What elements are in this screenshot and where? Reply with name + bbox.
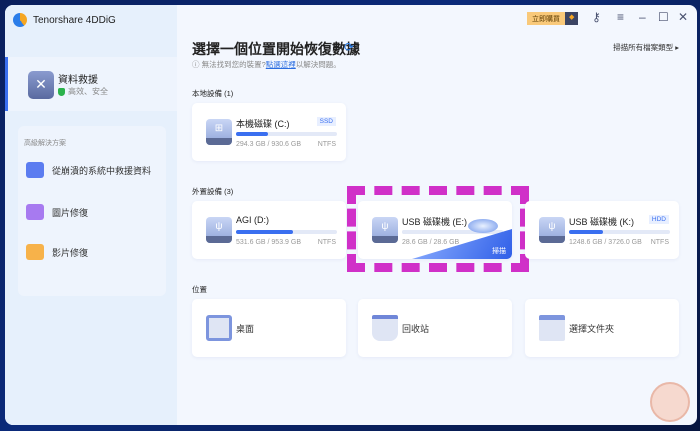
usb-drive-icon: ψ xyxy=(372,217,398,243)
subtitle-text: 高效、安全 xyxy=(68,87,108,96)
item-label: 圖片修復 xyxy=(52,207,89,218)
drive-fs: NTFS xyxy=(650,239,669,246)
advanced-heading: 高級解決方案 xyxy=(24,140,66,147)
usb-drive-icon: ψ xyxy=(539,217,565,243)
drive-type-badge: HDD xyxy=(648,215,669,224)
sidebar-item-video-repair[interactable]: 影片修復 xyxy=(26,244,88,260)
item-label: 影片修復 xyxy=(52,247,89,258)
location-select-folder[interactable]: 選擇文件夾 xyxy=(525,299,679,357)
local-devices-label: 本地設備 (1) xyxy=(192,89,234,98)
sidebar-item-subtitle: 高效、安全 xyxy=(58,86,108,97)
drive-card-c[interactable]: ⊞ 本機磁碟 (C:) SSD 294.3 GB / 930.6 GB NTFS xyxy=(192,103,346,161)
drive-name: 本機磁碟 (C:) xyxy=(236,119,290,129)
logo-icon xyxy=(13,13,27,27)
scan-label[interactable]: 掃描 xyxy=(492,246,506,256)
diamond-icon: ◆ xyxy=(565,12,579,25)
maximize-button[interactable]: ☐ xyxy=(658,10,669,24)
drive-name: AGI (D:) xyxy=(236,215,269,225)
buy-label: 立即購買 xyxy=(527,12,565,25)
close-button[interactable]: ✕ xyxy=(678,10,688,24)
drive-size: 531.6 GB / 953.9 GB xyxy=(236,239,301,246)
shield-icon xyxy=(58,87,65,96)
usage-bar xyxy=(236,132,337,136)
drive-size: 28.6 GB / 28.6 GB xyxy=(402,239,460,246)
photo-icon xyxy=(26,204,44,220)
minimize-button[interactable]: – xyxy=(639,10,646,24)
refresh-icon[interactable]: ⟳ xyxy=(344,40,354,54)
scan-all-types-button[interactable]: 掃描所有檔案類型 ▸ xyxy=(613,42,679,53)
advanced-panel: 高級解決方案 從崩潰的系統中救援資料 圖片修復 影片修復 xyxy=(18,126,166,296)
help-text: ⓘ 無法找到您的裝置?點選這裡以解決問題。 xyxy=(192,60,341,69)
drive-fs: NTFS xyxy=(317,141,336,148)
sidebar-item-photo-repair[interactable]: 圖片修復 xyxy=(26,204,88,220)
monitor-icon xyxy=(206,315,232,341)
location-name: 回收站 xyxy=(402,324,430,334)
help-prefix: 無法找到您的裝置? xyxy=(201,60,266,69)
drive-size: 1248.6 GB / 3726.0 GB xyxy=(569,239,642,246)
usage-fill xyxy=(236,230,293,234)
app-window: Tenorshare 4DDiG ✕ 資料救援 高效、安全 高級解決方案 從崩潰… xyxy=(5,5,697,425)
item-label: 從崩潰的系統中救援資料 xyxy=(52,165,152,176)
main-panel: 立即購買 ◆ ⚷ ≡ – ☐ ✕ 選擇一個位置開始恢復數據 ⟳ ⓘ 無法找到您的裝… xyxy=(177,5,697,425)
external-devices-label: 外置設備 (3) xyxy=(192,187,234,196)
usage-bar xyxy=(569,230,670,234)
buy-now-button[interactable]: 立即購買 ◆ xyxy=(527,12,579,25)
key-icon[interactable]: ⚷ xyxy=(592,10,601,24)
ufo-icon xyxy=(468,219,498,233)
drive-fs: NTFS xyxy=(317,239,336,246)
drive-card-e[interactable]: ψ USB 磁碟機 (E:) 28.6 GB / 28.6 GB 掃描 xyxy=(358,201,512,259)
sidebar-item-crash-recovery[interactable]: 從崩潰的系統中救援資料 xyxy=(26,162,151,178)
help-suffix: 以解決問題。 xyxy=(295,60,341,69)
mascot-watermark xyxy=(650,382,690,422)
help-link[interactable]: 點選這裡 xyxy=(266,60,296,69)
usage-bar xyxy=(236,230,337,234)
location-label: 位置 xyxy=(192,285,207,294)
drive-size: 294.3 GB / 930.6 GB xyxy=(236,141,301,148)
monitor-icon xyxy=(26,162,44,178)
usb-drive-icon: ψ xyxy=(206,217,232,243)
app-logo: Tenorshare 4DDiG xyxy=(13,13,116,27)
location-name: 桌面 xyxy=(236,324,255,334)
drive-name: USB 磁碟機 (E:) xyxy=(402,217,468,227)
usage-fill xyxy=(236,132,269,136)
video-icon xyxy=(26,244,44,260)
tools-icon: ✕ xyxy=(28,71,54,99)
drive-icon: ⊞ xyxy=(206,119,232,145)
location-name: 選擇文件夾 xyxy=(569,324,615,334)
drive-card-d[interactable]: ψ AGI (D:) 531.6 GB / 953.9 GB NTFS xyxy=(192,201,346,259)
menu-icon[interactable]: ≡ xyxy=(617,10,624,24)
page-title: 選擇一個位置開始恢復數據 xyxy=(192,41,360,57)
app-title: Tenorshare 4DDiG xyxy=(33,14,116,26)
drive-card-k[interactable]: ψ USB 磁碟機 (K:) HDD 1248.6 GB / 3726.0 GB… xyxy=(525,201,679,259)
recycle-bin-icon xyxy=(372,315,398,341)
folder-icon xyxy=(539,315,565,341)
sidebar-item-label: 資料救援 xyxy=(58,75,98,86)
sidebar: Tenorshare 4DDiG ✕ 資料救援 高效、安全 高級解決方案 從崩潰… xyxy=(5,5,177,425)
drive-name: USB 磁碟機 (K:) xyxy=(569,217,635,227)
location-recycle-bin[interactable]: 回收站 xyxy=(358,299,512,357)
sidebar-item-data-recovery[interactable]: ✕ 資料救援 高效、安全 xyxy=(5,57,177,111)
drive-type-badge: SSD xyxy=(316,117,336,126)
location-desktop[interactable]: 桌面 xyxy=(192,299,346,357)
usage-fill xyxy=(569,230,604,234)
